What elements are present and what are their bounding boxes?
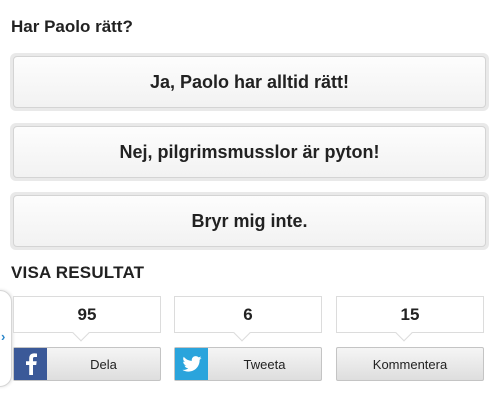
answer-label: Ja, Paolo har alltid rätt! — [13, 56, 486, 108]
facebook-share-count: 95 — [13, 296, 161, 342]
answer-label: Nej, pilgrimsmusslor är pyton! — [13, 126, 486, 178]
count-pointer — [72, 324, 90, 342]
show-results-link[interactable]: VISA RESULTAT — [11, 263, 144, 283]
twitter-icon — [175, 348, 208, 380]
comment-button[interactable]: Kommentera — [336, 347, 484, 381]
comment-count: 15 — [336, 296, 484, 342]
poll-question: Har Paolo rätt? — [11, 17, 133, 36]
facebook-icon — [14, 348, 47, 380]
count-value: 15 — [400, 304, 420, 324]
answer-button-no[interactable]: Nej, pilgrimsmusslor är pyton! — [10, 123, 489, 181]
count-pointer — [395, 324, 413, 342]
answer-button-dont-care[interactable]: Bryr mig inte. — [10, 192, 489, 250]
share-label: Tweeta — [243, 356, 286, 372]
poll-widget: Har Paolo rätt? Ja, Paolo har alltid rät… — [0, 0, 500, 403]
count-value: 6 — [243, 304, 253, 324]
answer-label: Bryr mig inte. — [13, 195, 486, 247]
side-tab[interactable]: › — [0, 290, 12, 387]
count-value: 95 — [77, 304, 97, 324]
answer-button-yes[interactable]: Ja, Paolo har alltid rätt! — [10, 53, 489, 111]
count-pointer — [233, 324, 251, 342]
comment-label: Kommentera — [372, 356, 448, 372]
chevron-right-icon: › — [1, 329, 6, 344]
facebook-share-button[interactable]: Dela — [13, 347, 161, 381]
twitter-share-button[interactable]: Tweeta — [174, 347, 322, 381]
share-label: Dela — [90, 356, 117, 372]
twitter-share-count: 6 — [174, 296, 322, 342]
